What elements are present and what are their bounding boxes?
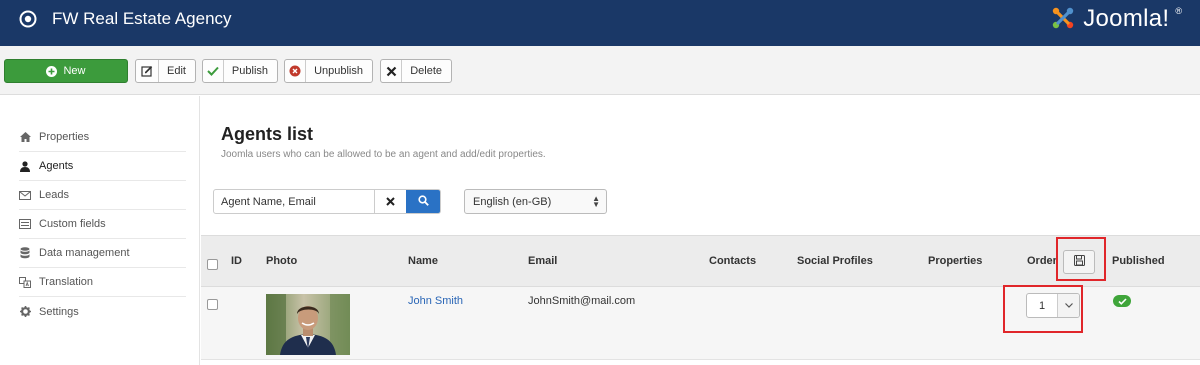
publish-button[interactable]: Publish — [202, 59, 278, 83]
table-header: ID Photo Name Email Contacts Social Prof… — [201, 235, 1200, 287]
sidebar-item-label: Leads — [39, 189, 69, 201]
select-all-checkbox[interactable] — [207, 259, 218, 270]
radio-target-icon — [19, 10, 37, 28]
column-header-email[interactable]: Email — [528, 255, 557, 267]
search-input[interactable] — [214, 190, 374, 213]
plus-circle-icon — [46, 60, 58, 82]
user-icon — [19, 160, 31, 172]
list-icon — [19, 218, 31, 230]
sidebar-item-properties[interactable]: Properties — [19, 123, 186, 152]
site-title[interactable]: FW Real Estate Agency — [52, 9, 232, 29]
sidebar-item-agents[interactable]: Agents — [19, 152, 186, 181]
sidebar-item-label: Data management — [39, 247, 130, 259]
page-subtitle: Joomla users who can be allowed to be an… — [221, 149, 546, 160]
sidebar-item-label: Properties — [39, 131, 90, 143]
column-header-properties: Properties — [928, 255, 983, 267]
translate-icon — [19, 276, 31, 288]
chevron-down-icon — [1057, 294, 1079, 317]
edit-icon — [136, 60, 160, 82]
column-header-photo: Photo — [266, 255, 298, 267]
published-status-toggle[interactable] — [1113, 295, 1131, 307]
sidebar-item-translation[interactable]: Translation — [19, 268, 186, 297]
row-checkbox[interactable] — [207, 299, 218, 310]
sidebar-item-settings[interactable]: Settings — [19, 297, 186, 326]
search-button[interactable] — [406, 190, 440, 213]
search-box — [213, 189, 441, 214]
column-header-contacts: Contacts — [709, 255, 757, 267]
agent-photo — [266, 294, 350, 355]
save-order-button[interactable] — [1063, 250, 1095, 274]
agent-name-link[interactable]: John Smith — [408, 295, 463, 307]
publish-button-label: Publish — [231, 65, 268, 77]
joomla-logo[interactable]: Joomla! ® — [1049, 4, 1182, 34]
page-title: Agents list — [221, 124, 314, 144]
sidebar-item-data-management[interactable]: Data management — [19, 239, 186, 268]
envelope-icon — [19, 189, 31, 201]
sidebar-nav: Properties Agents Leads Custom fields Da… — [0, 96, 200, 365]
close-icon — [386, 195, 395, 209]
sidebar-item-leads[interactable]: Leads — [19, 181, 186, 210]
top-header-bar: FW Real Estate Agency Joomla! ® — [0, 0, 1200, 46]
search-icon — [417, 194, 429, 209]
check-icon — [1117, 294, 1127, 308]
edit-button-label: Edit — [167, 65, 186, 77]
sidebar-item-label: Agents — [39, 160, 74, 172]
check-icon — [203, 60, 224, 82]
sidebar-item-label: Settings — [39, 305, 79, 318]
delete-button[interactable]: Delete — [380, 59, 452, 83]
gear-icon — [19, 306, 31, 318]
x-circle-icon — [285, 60, 307, 82]
column-header-order[interactable]: Order — [1027, 255, 1057, 267]
agent-email: JohnSmith@mail.com — [528, 295, 636, 307]
unpublish-button-label: Unpublish — [314, 65, 363, 77]
delete-button-label: Delete — [410, 65, 442, 77]
action-toolbar: New Edit Publish Unpublish Delete — [0, 46, 1200, 95]
column-header-published[interactable]: Published — [1112, 255, 1165, 267]
close-icon — [381, 60, 403, 82]
home-icon — [19, 131, 31, 143]
column-header-id[interactable]: ID — [231, 255, 242, 267]
order-select[interactable]: 1 — [1026, 293, 1080, 318]
edit-button[interactable]: Edit — [135, 59, 196, 83]
new-button-label: New — [63, 65, 86, 77]
joomla-logo-text: Joomla! — [1083, 5, 1170, 32]
select-updown-icon: ▲ ▼ — [592, 194, 600, 209]
joomla-registered-mark: ® — [1175, 6, 1182, 16]
language-select-value: English (en-GB) — [473, 195, 552, 208]
language-select[interactable]: English (en-GB) ▲ ▼ — [464, 189, 607, 214]
database-icon — [19, 247, 31, 259]
sidebar-item-label: Custom fields — [39, 218, 106, 230]
clear-search-button[interactable] — [374, 190, 406, 213]
unpublish-button[interactable]: Unpublish — [284, 59, 373, 83]
column-header-name[interactable]: Name — [408, 255, 438, 267]
floppy-disk-icon — [1073, 255, 1085, 269]
sidebar-item-label: Translation — [39, 276, 94, 288]
joomla-logo-icon — [1049, 4, 1077, 35]
order-value: 1 — [1038, 299, 1046, 312]
column-header-social-profiles: Social Profiles — [797, 255, 873, 267]
sidebar-item-custom-fields[interactable]: Custom fields — [19, 210, 186, 239]
new-button[interactable]: New — [4, 59, 128, 83]
